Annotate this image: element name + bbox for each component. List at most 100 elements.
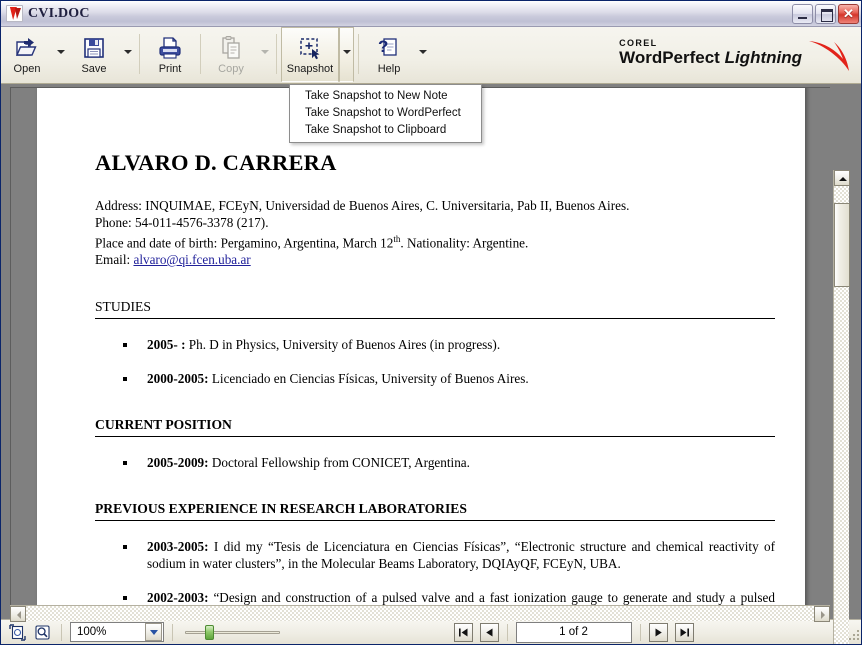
save-button[interactable]: Save — [68, 27, 120, 82]
minimize-button[interactable] — [792, 3, 813, 24]
bullet-term: 2003-2005: — [147, 538, 209, 554]
zoom-slider[interactable] — [185, 622, 280, 642]
previous-page-icon — [485, 628, 492, 636]
list-item: 2003-2005: I did my “Tesis de Licenciatu… — [95, 538, 775, 572]
open-dropdown-arrow[interactable] — [53, 27, 68, 82]
toolbar-separator — [200, 34, 201, 74]
scroll-right-button[interactable] — [814, 606, 830, 622]
next-page-icon — [655, 628, 662, 636]
first-page-icon — [458, 628, 467, 636]
page-title: ALVARO D. CARRERA — [95, 150, 337, 175]
first-page-button[interactable] — [453, 622, 473, 642]
fit-page-icon — [9, 623, 26, 641]
toolbar-separator — [358, 34, 359, 74]
open-button-label: Open — [13, 63, 41, 75]
zoom-magnifier-icon — [35, 624, 50, 640]
close-button[interactable]: ✕ — [838, 3, 859, 24]
next-page-button[interactable] — [648, 622, 668, 642]
chevron-down-icon[interactable] — [145, 623, 162, 641]
section-previous-experience: PREVIOUS EXPERIENCE IN RESEARCH LABORATO… — [95, 501, 775, 606]
copy-dropdown-arrow[interactable] — [257, 27, 272, 82]
triangle-right-icon — [821, 611, 825, 619]
vertical-scrollbar[interactable] — [833, 170, 850, 644]
printer-icon — [157, 33, 183, 62]
scroll-up-button[interactable] — [834, 170, 850, 186]
toolbar-separator — [276, 34, 277, 74]
bullet-list-previous-experience: 2003-2005: I did my “Tesis de Licenciatu… — [95, 538, 775, 606]
bullet-text: “Design and construction of a pulsed val… — [213, 589, 775, 605]
zoom-level-dropdown[interactable]: 100% — [70, 622, 164, 642]
bullet-term: 2005-2009: — [147, 454, 209, 470]
document-page: ALVARO D. CARRERA Address: INQUIMAE, FCE… — [37, 88, 805, 606]
bullet-text: Ph. D in Physics, University of Buenos A… — [185, 336, 501, 352]
vertical-scroll-track[interactable] — [834, 186, 850, 644]
print-button[interactable]: Print — [144, 27, 196, 82]
phone-value: 54-011-4576-3378 (217). — [134, 214, 269, 230]
bullet-list-current-position: 2005-2009: Doctoral Fellowship from CONI… — [95, 454, 775, 471]
chevron-down-icon — [56, 49, 65, 54]
chevron-down-icon — [342, 49, 351, 54]
contact-address-line: Address: INQUIMAE, FCEyN, Universidad de… — [95, 198, 775, 215]
snapshot-dropdown-menu: Take Snapshot to New Note Take Snapshot … — [289, 84, 482, 143]
main-toolbar: Open Save Print Copy Snapshot ? Help COR… — [1, 27, 861, 84]
snapshot-dropdown-arrow[interactable] — [339, 27, 354, 82]
email-label: Email: — [95, 252, 134, 268]
document-client-area: ALVARO D. CARRERA Address: INQUIMAE, FCE… — [1, 84, 861, 644]
contact-email-line: Email: alvaro@qi.fcen.uba.ar — [95, 252, 775, 269]
vertical-scroll-thumb[interactable] — [834, 203, 850, 287]
help-button[interactable]: ? Help — [363, 27, 415, 82]
menu-item-snapshot-clipboard[interactable]: Take Snapshot to Clipboard — [290, 122, 481, 139]
document-viewport[interactable]: ALVARO D. CARRERA Address: INQUIMAE, FCE… — [10, 87, 830, 606]
birth-suffix: . Nationality: Argentine. — [400, 235, 529, 251]
svg-text:?: ? — [378, 37, 388, 56]
copy-button[interactable]: Copy — [205, 27, 257, 82]
status-separator — [61, 623, 62, 641]
status-bar: 100% 1 of 2 — [1, 619, 861, 644]
previous-page-button[interactable] — [479, 622, 499, 642]
open-button[interactable]: Open — [1, 27, 53, 82]
scroll-left-button[interactable] — [10, 606, 26, 622]
logo-brand-text: COREL — [619, 38, 658, 48]
copy-icon — [218, 33, 244, 62]
lightning-swoosh-icon — [809, 41, 849, 71]
maximize-button[interactable] — [815, 3, 836, 24]
zoom-tool-button[interactable] — [32, 622, 53, 642]
bullet-list-studies: 2005- : Ph. D in Physics, University of … — [95, 336, 775, 387]
status-separator — [639, 623, 641, 641]
toolbar-group-copy: Copy — [205, 27, 272, 84]
toolbar-group-open: Open — [1, 27, 68, 84]
floppy-disk-icon — [81, 33, 107, 62]
page-indicator[interactable]: 1 of 2 — [515, 621, 632, 643]
section-current-position: CURRENT POSITION 2005-2009: Doctoral Fel… — [95, 417, 775, 471]
logo-product-text: WordPerfect — [619, 48, 725, 67]
section-heading-current-position: CURRENT POSITION — [95, 417, 775, 437]
menu-item-snapshot-wordperfect[interactable]: Take Snapshot to WordPerfect — [290, 105, 481, 122]
last-page-button[interactable] — [674, 622, 694, 642]
fit-page-button[interactable] — [7, 622, 28, 642]
title-bar: CVI.DOC ✕ — [1, 1, 861, 27]
contact-birth-line: Place and date of birth: Pergamino, Arge… — [95, 231, 775, 252]
help-dropdown-arrow[interactable] — [415, 27, 430, 82]
birth-prefix: Place and date of birth: Pergamino, Arge… — [95, 235, 394, 251]
section-studies: STUDIES 2005- : Ph. D in Physics, Univer… — [95, 299, 775, 387]
bullet-term: 2005- : — [147, 336, 186, 352]
snapshot-button[interactable]: Snapshot — [281, 27, 339, 82]
phone-label: Phone: — [95, 214, 135, 230]
zoom-slider-thumb[interactable] — [205, 625, 214, 640]
open-folder-icon — [14, 33, 40, 62]
status-separator — [172, 623, 173, 641]
chevron-down-icon — [123, 49, 132, 54]
resize-grip-icon[interactable] — [847, 628, 861, 642]
bullet-term: 2000-2005: — [147, 370, 209, 386]
horizontal-scroll-track[interactable] — [26, 606, 814, 621]
horizontal-scrollbar[interactable] — [10, 605, 830, 622]
chevron-down-icon — [260, 49, 269, 54]
email-link[interactable]: alvaro@qi.fcen.uba.ar — [133, 252, 250, 267]
close-icon: ✕ — [843, 5, 854, 21]
document-content: ALVARO D. CARRERA Address: INQUIMAE, FCE… — [95, 150, 775, 606]
corel-wordperfect-lightning-logo: COREL WordPerfect Lightning — [619, 39, 851, 73]
toolbar-group-snapshot: Snapshot — [281, 27, 354, 84]
menu-item-snapshot-new-note[interactable]: Take Snapshot to New Note — [290, 88, 481, 105]
toolbar-separator — [139, 34, 140, 74]
save-dropdown-arrow[interactable] — [120, 27, 135, 82]
